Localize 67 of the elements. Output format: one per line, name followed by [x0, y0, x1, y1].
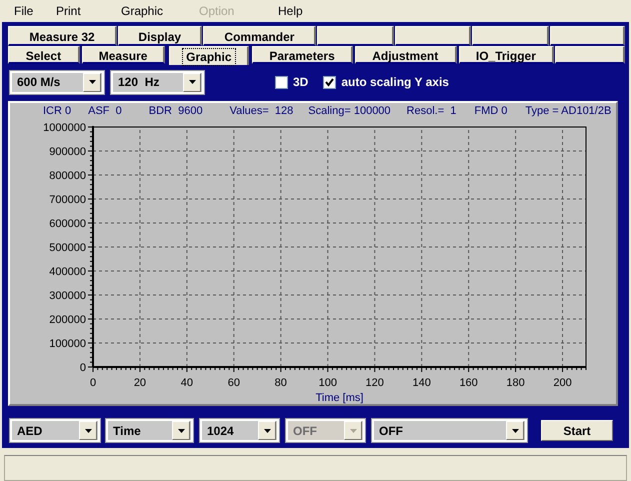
axis-title: Time [ms] [316, 392, 364, 404]
axis-tick-label: 200000 [49, 314, 86, 326]
tab[interactable]: Graphic [169, 46, 250, 65]
dropdown[interactable]: AED [10, 419, 100, 442]
start-button[interactable]: Start [541, 420, 613, 441]
axis-tick-label: 80 [274, 377, 287, 389]
dropdown[interactable]: 120 Hz [111, 70, 204, 94]
info-label: ICR 0 [43, 105, 72, 117]
tab[interactable] [555, 46, 625, 64]
caret-icon [512, 428, 518, 432]
axis-tick-label: 0 [90, 377, 96, 389]
checkbox[interactable] [323, 76, 336, 88]
checkbox-label: auto scaling Y axis [341, 75, 449, 89]
info-label: Scaling= 100000 [308, 105, 391, 117]
tab[interactable]: Measure [82, 46, 166, 64]
caret-icon [188, 80, 196, 84]
tab[interactable]: Commander [203, 26, 316, 46]
info-label: Type = AD101/2B [525, 105, 612, 117]
axis-tick-label: 60 [228, 377, 240, 389]
axis-tick-label: 140 [412, 377, 431, 389]
tab[interactable] [394, 26, 472, 46]
tab[interactable]: Display [118, 26, 202, 46]
caret-icon [350, 428, 356, 432]
menu-item[interactable]: Help [276, 4, 305, 18]
axis-tick-label: 100000 [49, 338, 86, 350]
axis-tick-label: 300000 [49, 290, 86, 302]
dropdown[interactable]: 1024 [200, 419, 279, 442]
tab[interactable]: Measure 32 [8, 26, 118, 46]
tab[interactable]: Adjustment [354, 46, 457, 64]
caret-icon [84, 428, 92, 432]
axis-tick-label: 120 [366, 377, 384, 389]
axis-tick-label: 500000 [49, 242, 86, 254]
axis-tick-label: 800000 [49, 170, 86, 182]
tab[interactable]: IO_Trigger [458, 46, 554, 64]
axis-tick-label: 40 [180, 377, 194, 389]
info-label: Resol.= 1 [406, 105, 456, 117]
menu-item[interactable]: File [12, 4, 36, 18]
tab[interactable]: Select [8, 46, 80, 64]
axis-tick-label: 200 [553, 377, 572, 389]
caret-icon [88, 80, 96, 84]
menu-item[interactable]: Print [54, 4, 83, 18]
tab[interactable] [317, 26, 394, 46]
dropdown[interactable]: 600 M/s [10, 70, 104, 94]
checkbox[interactable] [275, 76, 288, 88]
info-label: FMD 0 [474, 105, 508, 117]
info-label: BDR 9600 [148, 105, 203, 117]
caret-icon [264, 428, 270, 432]
axis-tick-label: 100 [318, 377, 337, 389]
axis-tick-label: 180 [506, 377, 525, 389]
axis-tick-label: 600000 [49, 218, 86, 230]
axis-tick-label: 20 [134, 377, 146, 389]
tab[interactable]: Parameters [252, 46, 353, 64]
axis-tick-label: 900000 [49, 146, 86, 158]
axis-tick-label: 400000 [49, 266, 86, 278]
axis-tick-label: 1000000 [43, 122, 86, 134]
checkbox-label: 3D [293, 75, 308, 89]
info-label: Values= 128 [230, 105, 294, 117]
axis-tick-label: 700000 [49, 194, 86, 206]
menu-item[interactable]: Graphic [119, 4, 166, 18]
dropdown[interactable]: Time [106, 419, 193, 442]
tab[interactable] [472, 26, 549, 46]
axis-tick-label: 0 [80, 362, 86, 374]
dropdown[interactable]: OFF [372, 419, 527, 442]
caret-icon [178, 428, 184, 432]
info-label: ASF 0 [88, 105, 122, 117]
axis-tick-label: 160 [459, 377, 478, 389]
tab[interactable] [550, 26, 625, 46]
